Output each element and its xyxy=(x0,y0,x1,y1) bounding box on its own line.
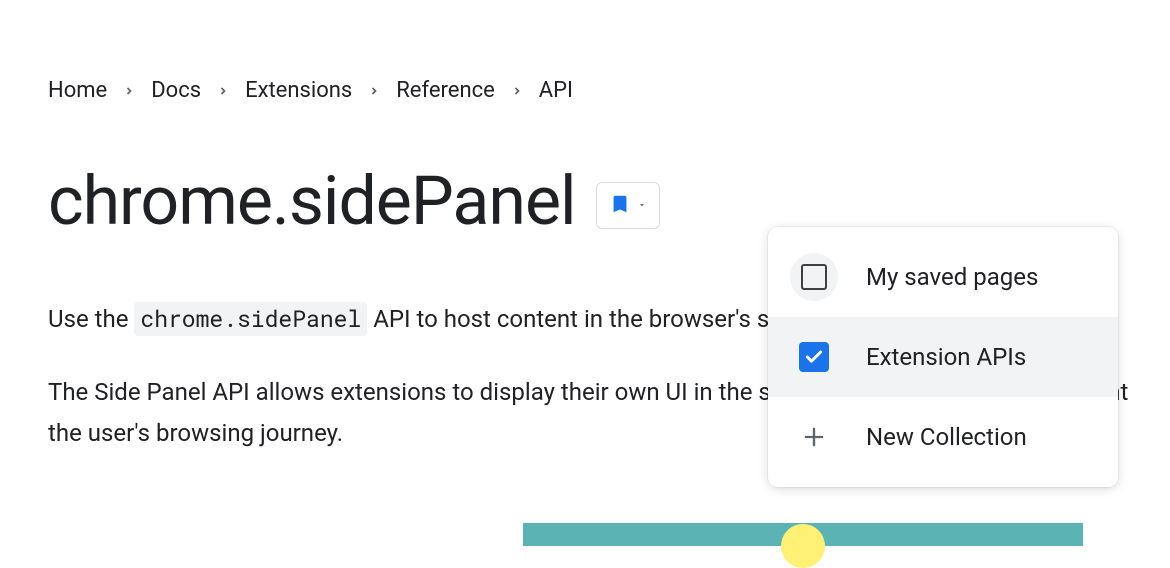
chevron-right-icon xyxy=(368,85,380,97)
dropdown-item-label: My saved pages xyxy=(866,263,1038,291)
breadcrumb-home[interactable]: Home xyxy=(48,78,107,103)
checkbox-checked-icon xyxy=(790,333,838,381)
chevron-right-icon xyxy=(123,85,135,97)
breadcrumb-reference[interactable]: Reference xyxy=(396,78,495,103)
dropdown-item-label: New Collection xyxy=(866,423,1027,451)
caret-down-icon xyxy=(637,198,647,213)
decorative-strip xyxy=(523,523,1083,546)
code-inline: chrome.sidePanel xyxy=(134,302,367,336)
checkbox-unchecked-icon xyxy=(790,253,838,301)
bookmark-dropdown: My saved pages Extension APIs New Collec… xyxy=(768,227,1118,487)
bookmark-icon xyxy=(609,193,631,218)
breadcrumb-docs[interactable]: Docs xyxy=(151,78,201,103)
decorative-circle xyxy=(781,524,825,568)
chevron-right-icon xyxy=(217,85,229,97)
breadcrumb-api[interactable]: API xyxy=(539,78,573,103)
plus-icon xyxy=(790,413,838,461)
breadcrumb-extensions[interactable]: Extensions xyxy=(245,78,352,103)
breadcrumb: Home Docs Extensions Reference API xyxy=(48,78,1170,103)
bookmark-button[interactable] xyxy=(596,182,660,229)
dropdown-item-my-saved-pages[interactable]: My saved pages xyxy=(768,237,1118,317)
dropdown-item-extension-apis[interactable]: Extension APIs xyxy=(768,317,1118,397)
dropdown-item-label: Extension APIs xyxy=(866,343,1026,371)
chevron-right-icon xyxy=(511,85,523,97)
page-title: chrome.sidePanel xyxy=(48,161,576,241)
dropdown-item-new-collection[interactable]: New Collection xyxy=(768,397,1118,477)
